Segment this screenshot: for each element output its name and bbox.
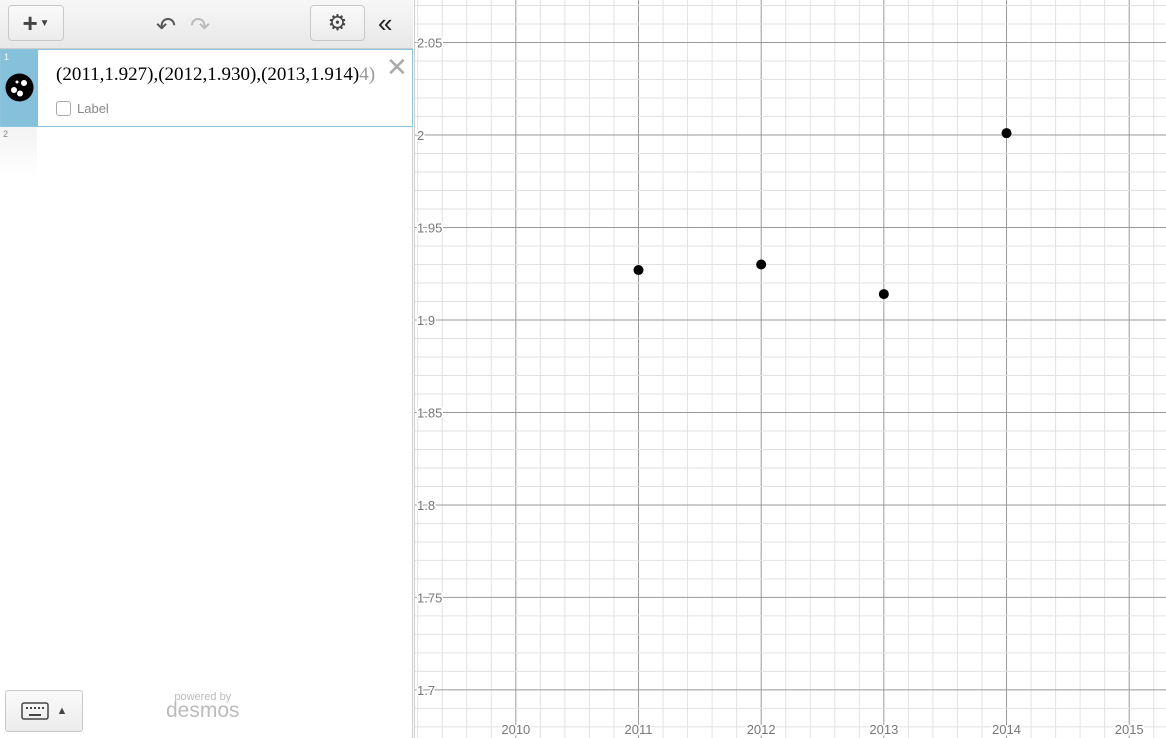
desmos-logo: desmos	[166, 699, 240, 722]
data-point[interactable]	[756, 259, 767, 270]
expression-index: 1	[4, 52, 10, 62]
toolbar: + ▼ ↶ ↷ ⚙ «	[0, 0, 413, 49]
expression-input[interactable]: (2011,1.927),(2012,1.930),(2013,1.914)4)	[56, 64, 376, 86]
y-tick-label: 2	[417, 128, 424, 143]
plus-dropdown-icon: +	[22, 8, 38, 38]
y-tick-label: 1.9	[417, 313, 435, 328]
collapse-panel-button[interactable]: «	[378, 8, 392, 39]
expression-panel: + ▼ ↶ ↷ ⚙ « 1 (2011,1.927),(2012,1.930),(…	[0, 0, 413, 738]
label-toggle[interactable]: Label	[56, 101, 109, 116]
y-tick-label: 1.7	[417, 683, 435, 698]
x-tick-label: 2015	[1115, 722, 1144, 737]
label-checkbox[interactable]	[56, 101, 71, 116]
label-checkbox-text: Label	[77, 101, 109, 116]
y-tick-label: 1.95	[417, 221, 442, 236]
x-tick-label: 2010	[501, 722, 530, 737]
add-item-button[interactable]: + ▼	[8, 5, 64, 41]
caret-up-icon: ▲	[56, 705, 68, 717]
data-point[interactable]	[878, 289, 889, 300]
keyboard-toggle-button[interactable]: ▲	[5, 690, 83, 732]
expression-gutter: 2	[0, 127, 37, 177]
x-tick-label: 2013	[869, 722, 898, 737]
x-tick-label: 2014	[992, 722, 1021, 737]
expression-index: 2	[3, 129, 9, 139]
undo-icon[interactable]: ↶	[156, 12, 176, 41]
y-tick-label: 1.75	[417, 590, 442, 605]
gear-icon: ⚙	[327, 10, 348, 35]
point-cluster-icon[interactable]	[5, 73, 34, 102]
powered-by-desmos[interactable]: powered by desmos	[166, 691, 240, 722]
x-tick-label: 2011	[625, 722, 653, 737]
settings-button[interactable]: ⚙	[310, 5, 365, 41]
double-chevron-left-icon: «	[378, 8, 393, 38]
x-tick-label: 2012	[747, 722, 776, 737]
data-point[interactable]	[1001, 128, 1012, 139]
expression-row-1[interactable]: 1 (2011,1.927),(2012,1.930),(2013,1.914)…	[0, 49, 413, 127]
y-tick-label: 2.05	[417, 36, 442, 51]
y-tick-label: 1.85	[417, 405, 442, 420]
redo-icon[interactable]: ↷	[190, 12, 210, 41]
y-tick-label: 1.8	[417, 498, 435, 513]
chevron-down-icon: ▼	[39, 17, 50, 29]
graph-canvas[interactable]: 2010 2011 2012 2013 2014 2015 1.7 1.75 1.8 1.85 1.…	[414, 0, 1166, 738]
data-point[interactable]	[633, 265, 644, 276]
expression-row-2[interactable]: 2	[0, 127, 413, 177]
keyboard-icon	[20, 702, 49, 720]
expression-gutter: 1	[1, 50, 38, 126]
delete-expression-icon[interactable]: ✕	[386, 52, 408, 83]
